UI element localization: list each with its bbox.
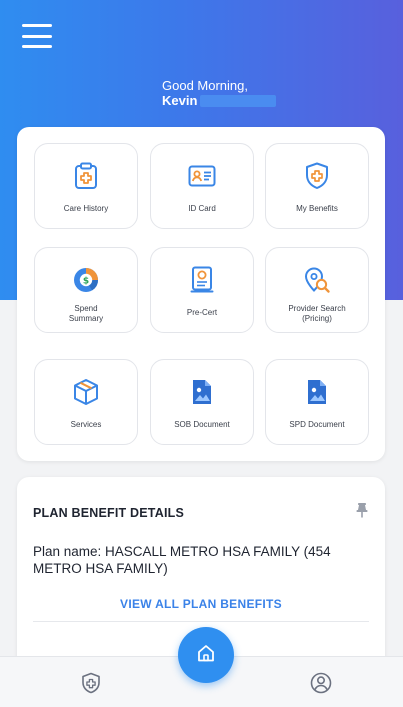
shield-plus-icon [303, 162, 331, 190]
home-icon [196, 643, 216, 668]
tile-spend-summary[interactable]: $ Spend Summary [34, 247, 138, 333]
tile-label: Care History [63, 204, 109, 213]
svg-text:$: $ [83, 277, 89, 287]
divider [33, 621, 369, 622]
image-document-icon [303, 378, 331, 406]
box-icon [72, 378, 100, 406]
greeting-text: Good Morning, [162, 78, 248, 93]
tile-my-benefits[interactable]: My Benefits [265, 143, 369, 229]
pie-chart-dollar-icon: $ [72, 266, 100, 294]
tile-label: Provider Search (Pricing) [288, 304, 346, 323]
tile-label: SPD Document [289, 420, 345, 429]
tile-label: SOB Document [174, 420, 230, 429]
home-button[interactable] [178, 627, 234, 683]
shield-plus-icon[interactable] [80, 672, 102, 694]
tile-label: Spend Summary [68, 304, 104, 323]
tile-label: ID Card [188, 204, 216, 213]
tile-spd-document[interactable]: SPD Document [265, 359, 369, 445]
greeting-block: Good Morning, Kevin [162, 78, 277, 108]
user-name: Kevin [162, 93, 198, 108]
plan-name-text: Plan name: HASCALL METRO HSA FAMILY (454… [33, 544, 331, 576]
user-name-row: Kevin [162, 93, 277, 108]
tile-label: My Benefits [296, 204, 338, 213]
view-all-plan-benefits-link[interactable]: VIEW ALL PLAN BENEFITS [17, 597, 385, 611]
quick-actions-card: Care History ID Card My Benefits $ Spend… [17, 127, 385, 461]
image-document-icon [188, 378, 216, 406]
tile-label: Pre-Cert [186, 308, 218, 317]
tile-services[interactable]: Services [34, 359, 138, 445]
tile-label: Services [70, 420, 102, 429]
id-card-icon [188, 162, 216, 190]
tile-provider-search[interactable]: Provider Search (Pricing) [265, 247, 369, 333]
certificate-icon [188, 266, 216, 294]
location-search-icon [303, 266, 331, 294]
tile-sob-document[interactable]: SOB Document [150, 359, 254, 445]
tile-care-history[interactable]: Care History [34, 143, 138, 229]
profile-icon[interactable] [310, 672, 332, 694]
tile-pre-cert[interactable]: Pre-Cert [150, 247, 254, 333]
clipboard-medical-icon [72, 162, 100, 190]
redacted-surname [200, 94, 277, 107]
pin-icon[interactable] [355, 502, 369, 518]
plan-section-title: PLAN BENEFIT DETAILS [33, 506, 184, 520]
tile-id-card[interactable]: ID Card [150, 143, 254, 229]
hamburger-menu-icon[interactable] [22, 24, 52, 48]
